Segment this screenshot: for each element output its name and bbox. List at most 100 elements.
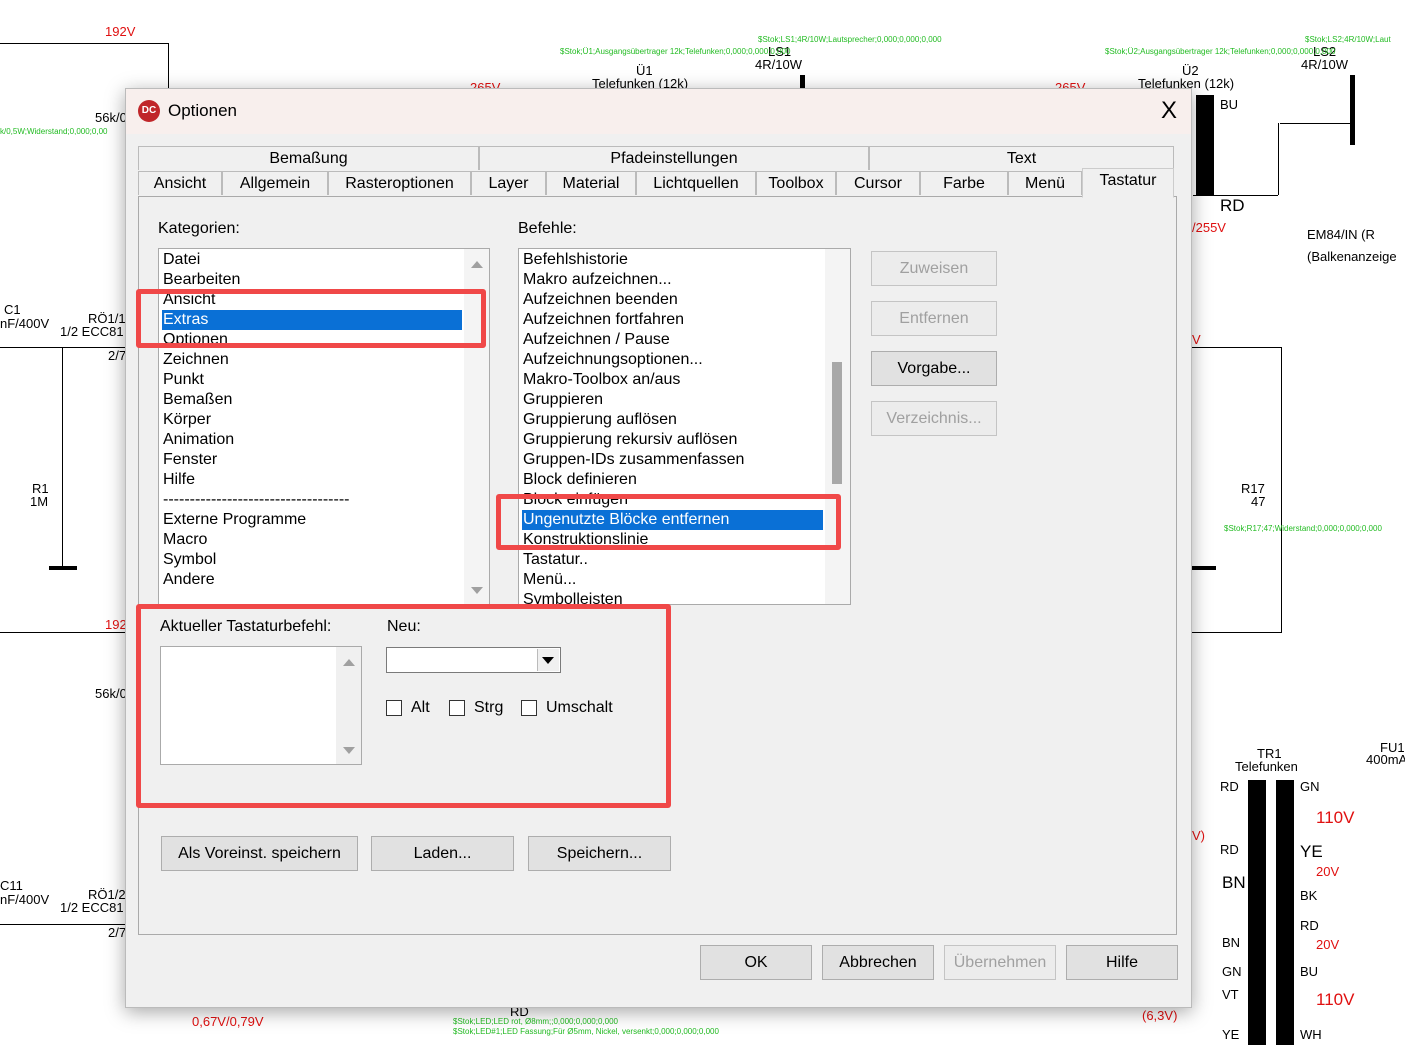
categories-list[interactable]: Datei Bearbeiten Ansicht Extras Optionen Zeic… (158, 248, 490, 605)
wire (1192, 347, 1282, 348)
help-button[interactable]: Hilfe (1066, 945, 1178, 980)
tab-ansicht[interactable]: Ansicht (138, 171, 222, 195)
command-item[interactable]: Gruppieren (522, 390, 817, 410)
category-item[interactable]: Optionen (162, 330, 452, 350)
category-item[interactable]: Punkt (162, 370, 452, 390)
category-item[interactable]: Macro (162, 530, 452, 550)
apply-button[interactable]: Übernehmen (944, 945, 1056, 980)
schematic-label: nF/400V (0, 892, 50, 907)
assign-button[interactable]: Zuweisen (871, 251, 997, 286)
command-item[interactable]: Menü... (522, 570, 817, 590)
component-attribute-text: $Stok;Ü1;Ausgangsübertrager 12k;Telefunk… (560, 47, 791, 56)
command-item[interactable]: Aufzeichnen fortfahren (522, 310, 817, 330)
category-item[interactable]: Fenster (162, 450, 452, 470)
command-item[interactable]: Aufzeichnen beenden (522, 290, 817, 310)
category-item[interactable]: Animation (162, 430, 452, 450)
schematic-label: EM84/IN (R (1307, 227, 1375, 242)
tab-text[interactable]: Text (869, 146, 1174, 170)
tab-toolbox[interactable]: Toolbox (756, 171, 836, 195)
schematic-label: 1/2 ECC81 (60, 324, 124, 339)
schematic-label: YE (1222, 1027, 1240, 1042)
category-item[interactable]: Bearbeiten (162, 270, 452, 290)
schematic-label: 20V (1316, 864, 1340, 879)
category-item[interactable]: Extras (162, 310, 462, 330)
scroll-thumb[interactable] (832, 362, 842, 484)
scroll-down-icon[interactable] (471, 587, 483, 594)
tab-layer[interactable]: Layer (471, 171, 546, 195)
commands-label: Befehle: (518, 220, 577, 237)
categories-label: Kategorien: (158, 220, 240, 237)
categories-scrollbar[interactable] (464, 249, 489, 604)
schematic-label: (Balkenanzeige (1307, 249, 1397, 264)
cancel-button[interactable]: Abbrechen (822, 945, 934, 980)
command-item[interactable]: Befehlshistorie (522, 250, 817, 270)
category-item[interactable]: Hilfe (162, 470, 452, 490)
options-dialog: DC Optionen X Bemaßung Pfadeinstellungen T… (125, 88, 1192, 1008)
new-shortcut-dropdown[interactable] (386, 647, 561, 673)
tab-lichtquellen[interactable]: Lichtquellen (636, 171, 756, 195)
category-item[interactable]: Zeichnen (162, 350, 452, 370)
command-item[interactable]: Ungenutzte Blöcke entfernen (522, 510, 823, 530)
command-item[interactable]: Symbolleisten (522, 590, 817, 604)
tab-material[interactable]: Material (546, 171, 636, 195)
tab-bemaßung[interactable]: Bemaßung (138, 146, 479, 170)
command-item[interactable]: Gruppen-IDs zusammenfassen (522, 450, 817, 470)
category-item[interactable]: Bemaßen (162, 390, 452, 410)
new-label: Neu: (387, 618, 421, 635)
command-item[interactable]: Block definieren (522, 470, 817, 490)
tab-farbe[interactable]: Farbe (920, 171, 1008, 195)
scroll-up-icon[interactable] (471, 261, 483, 268)
schematic-label: RD (1220, 779, 1239, 794)
wire (1276, 780, 1294, 1045)
commands-scrollbar[interactable] (825, 249, 850, 604)
strg-label: Strg (474, 699, 504, 716)
category-item[interactable]: Ansicht (162, 290, 452, 310)
ok-button[interactable]: OK (700, 945, 812, 980)
default-button[interactable]: Vorgabe... (871, 351, 997, 386)
category-item[interactable]: Externe Programme (162, 510, 452, 530)
command-item[interactable]: Block einfügen (522, 490, 817, 510)
category-item[interactable]: Körper (162, 410, 452, 430)
chevron-down-icon[interactable] (537, 649, 559, 671)
schematic-label: BN (1222, 873, 1246, 892)
load-button[interactable]: Laden... (371, 836, 514, 871)
strg-checkbox[interactable] (449, 700, 465, 716)
close-button[interactable]: X (1161, 97, 1177, 125)
wire (0, 632, 125, 633)
category-item[interactable]: Symbol (162, 550, 452, 570)
tab-allgemein[interactable]: Allgemein (222, 171, 328, 195)
category-item[interactable]: Andere (162, 570, 452, 590)
tab-pfadeinstellungen[interactable]: Pfadeinstellungen (479, 146, 869, 170)
remove-button[interactable]: Entfernen (871, 301, 997, 336)
tab-menü[interactable]: Menü (1008, 171, 1082, 195)
wire (168, 43, 169, 93)
command-item[interactable]: Konstruktionslinie (522, 530, 817, 550)
command-item[interactable]: Aufzeichnungsoptionen... (522, 350, 817, 370)
schematic-label: GN (1222, 964, 1242, 979)
save-button[interactable]: Speichern... (528, 836, 671, 871)
tab-rasteroptionen[interactable]: Rasteroptionen (328, 171, 471, 195)
save-default-button[interactable]: Als Voreinst. speichern (161, 836, 358, 871)
shortcut-scrollbar[interactable] (336, 647, 361, 764)
tab-cursor[interactable]: Cursor (836, 171, 920, 195)
directory-button[interactable]: Verzeichnis... (871, 401, 997, 436)
shift-checkbox[interactable] (521, 700, 537, 716)
schematic-label: 110V (1316, 990, 1355, 1009)
wire (0, 924, 125, 925)
command-item[interactable]: Gruppierung rekursiv auflösen (522, 430, 817, 450)
command-item[interactable]: Aufzeichnen / Pause (522, 330, 817, 350)
command-item[interactable]: Gruppierung auflösen (522, 410, 817, 430)
category-item[interactable]: ----------------------------------- (162, 490, 452, 510)
command-item[interactable]: Makro-Toolbox an/aus (522, 370, 817, 390)
scroll-down-icon[interactable] (343, 747, 355, 754)
alt-checkbox[interactable] (386, 700, 402, 716)
tab-tastatur[interactable]: Tastatur (1082, 168, 1174, 198)
command-item[interactable]: Tastatur.. (522, 550, 817, 570)
component-attribute-text: $Stok;R17;47;Widerstand;0,000;0,000;0,00… (1224, 524, 1382, 533)
scroll-up-icon[interactable] (343, 659, 355, 666)
schematic-label: BU (1220, 97, 1239, 112)
current-shortcut-list[interactable] (160, 646, 362, 765)
category-item[interactable]: Datei (162, 250, 452, 270)
command-item[interactable]: Makro aufzeichnen... (522, 270, 817, 290)
commands-list[interactable]: Befehlshistorie Makro aufzeichnen... Aufze… (518, 248, 851, 605)
